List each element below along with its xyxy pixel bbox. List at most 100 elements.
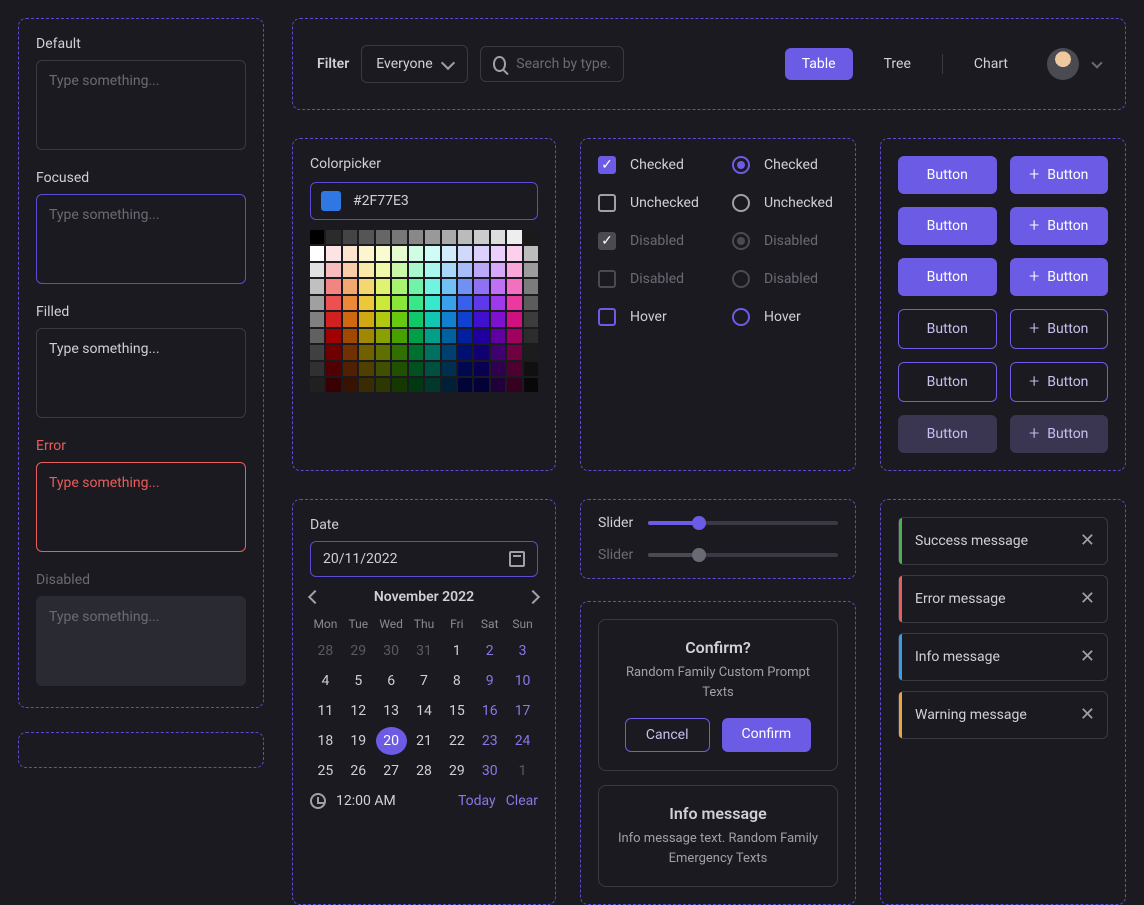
color-swatch-cell[interactable]: [425, 263, 439, 277]
color-swatch-cell[interactable]: [442, 246, 456, 260]
color-swatch-cell[interactable]: [425, 362, 439, 376]
color-swatch-cell[interactable]: [359, 246, 373, 260]
color-swatch-cell[interactable]: [310, 362, 324, 376]
calendar-day[interactable]: 9: [474, 667, 505, 695]
color-swatch-cell[interactable]: [474, 329, 488, 343]
calendar-day[interactable]: 15: [441, 697, 472, 725]
color-swatch-cell[interactable]: [524, 329, 538, 343]
color-swatch-cell[interactable]: [376, 362, 390, 376]
color-swatch-cell[interactable]: [458, 296, 472, 310]
calendar-day[interactable]: 18: [310, 727, 341, 755]
close-icon[interactable]: ✕: [1080, 648, 1095, 666]
color-swatch-cell[interactable]: [343, 279, 357, 293]
color-swatch-cell[interactable]: [392, 378, 406, 392]
calendar-day[interactable]: 30: [474, 757, 505, 785]
tab-table[interactable]: Table: [785, 48, 853, 80]
date-input[interactable]: 20/11/2022: [310, 541, 538, 577]
calendar-day[interactable]: 28: [409, 757, 440, 785]
color-swatch-cell[interactable]: [507, 312, 521, 326]
color-swatch-cell[interactable]: [376, 329, 390, 343]
calendar-day[interactable]: 12: [343, 697, 374, 725]
color-swatch-cell[interactable]: [458, 312, 472, 326]
calendar-day[interactable]: 2: [474, 637, 505, 665]
close-icon[interactable]: ✕: [1080, 532, 1095, 550]
color-swatch-cell[interactable]: [524, 378, 538, 392]
colorpicker-input[interactable]: #2F77E3: [310, 182, 538, 220]
color-swatch-cell[interactable]: [442, 329, 456, 343]
color-swatch-cell[interactable]: [343, 312, 357, 326]
color-swatch-cell[interactable]: [326, 279, 340, 293]
button-ghost-icon[interactable]: +Button: [1010, 415, 1109, 453]
color-swatch-cell[interactable]: [392, 230, 406, 244]
color-swatch-cell[interactable]: [409, 362, 423, 376]
color-swatch-cell[interactable]: [474, 345, 488, 359]
filter-select[interactable]: Everyone: [361, 45, 467, 83]
button-solid-icon[interactable]: +Button: [1010, 156, 1109, 194]
color-swatch-cell[interactable]: [524, 230, 538, 244]
color-swatch-cell[interactable]: [507, 378, 521, 392]
color-swatch-cell[interactable]: [474, 296, 488, 310]
color-swatch-cell[interactable]: [425, 329, 439, 343]
color-swatch-cell[interactable]: [310, 246, 324, 260]
color-swatch-cell[interactable]: [376, 296, 390, 310]
color-swatch-cell[interactable]: [326, 263, 340, 277]
calendar-day[interactable]: 1: [441, 637, 472, 665]
color-swatch-cell[interactable]: [310, 279, 324, 293]
calendar-day[interactable]: 10: [507, 667, 538, 695]
calendar-day[interactable]: 5: [343, 667, 374, 695]
color-swatch-cell[interactable]: [392, 263, 406, 277]
color-swatch-cell[interactable]: [474, 378, 488, 392]
color-swatch-cell[interactable]: [442, 279, 456, 293]
color-grid[interactable]: [310, 230, 538, 392]
radio-hover[interactable]: Hover: [732, 308, 838, 326]
color-swatch-cell[interactable]: [326, 312, 340, 326]
color-swatch-cell[interactable]: [524, 279, 538, 293]
color-swatch-cell[interactable]: [524, 362, 538, 376]
color-swatch-cell[interactable]: [409, 345, 423, 359]
time-value[interactable]: 12:00 AM: [336, 793, 396, 809]
color-swatch-cell[interactable]: [491, 345, 505, 359]
color-swatch-cell[interactable]: [359, 230, 373, 244]
calendar-day[interactable]: 1: [507, 757, 538, 785]
color-swatch-cell[interactable]: [458, 263, 472, 277]
button-outline[interactable]: Button: [898, 309, 997, 349]
tab-chart[interactable]: Chart: [957, 48, 1025, 80]
calendar-day[interactable]: 7: [409, 667, 440, 695]
calendar-day[interactable]: 23: [474, 727, 505, 755]
color-swatch-cell[interactable]: [491, 230, 505, 244]
calendar-day[interactable]: 28: [310, 637, 341, 665]
button-solid-icon[interactable]: +Button: [1010, 258, 1109, 296]
color-swatch-cell[interactable]: [409, 312, 423, 326]
calendar-day[interactable]: 19: [343, 727, 374, 755]
color-swatch-cell[interactable]: [392, 312, 406, 326]
color-swatch-cell[interactable]: [442, 296, 456, 310]
next-month-button[interactable]: [526, 590, 540, 604]
close-icon[interactable]: ✕: [1080, 706, 1095, 724]
color-swatch-cell[interactable]: [326, 230, 340, 244]
color-swatch-cell[interactable]: [458, 345, 472, 359]
color-swatch-cell[interactable]: [491, 279, 505, 293]
color-swatch-cell[interactable]: [376, 246, 390, 260]
button-solid-icon[interactable]: +Button: [1010, 207, 1109, 245]
color-swatch-cell[interactable]: [392, 246, 406, 260]
color-swatch-cell[interactable]: [326, 362, 340, 376]
color-swatch-cell[interactable]: [491, 329, 505, 343]
color-swatch-cell[interactable]: [310, 378, 324, 392]
color-swatch-cell[interactable]: [343, 246, 357, 260]
color-swatch-cell[interactable]: [442, 263, 456, 277]
color-swatch-cell[interactable]: [343, 230, 357, 244]
button-solid[interactable]: Button: [898, 156, 997, 194]
color-swatch-cell[interactable]: [507, 230, 521, 244]
color-swatch-cell[interactable]: [458, 230, 472, 244]
color-swatch-cell[interactable]: [409, 230, 423, 244]
color-swatch-cell[interactable]: [359, 279, 373, 293]
color-swatch-cell[interactable]: [376, 279, 390, 293]
color-swatch-cell[interactable]: [524, 296, 538, 310]
color-swatch-cell[interactable]: [409, 329, 423, 343]
color-swatch-cell[interactable]: [425, 296, 439, 310]
calendar-day[interactable]: 11: [310, 697, 341, 725]
calendar-day[interactable]: 8: [441, 667, 472, 695]
calendar-day[interactable]: 29: [441, 757, 472, 785]
color-swatch-cell[interactable]: [524, 312, 538, 326]
color-swatch-cell[interactable]: [507, 246, 521, 260]
